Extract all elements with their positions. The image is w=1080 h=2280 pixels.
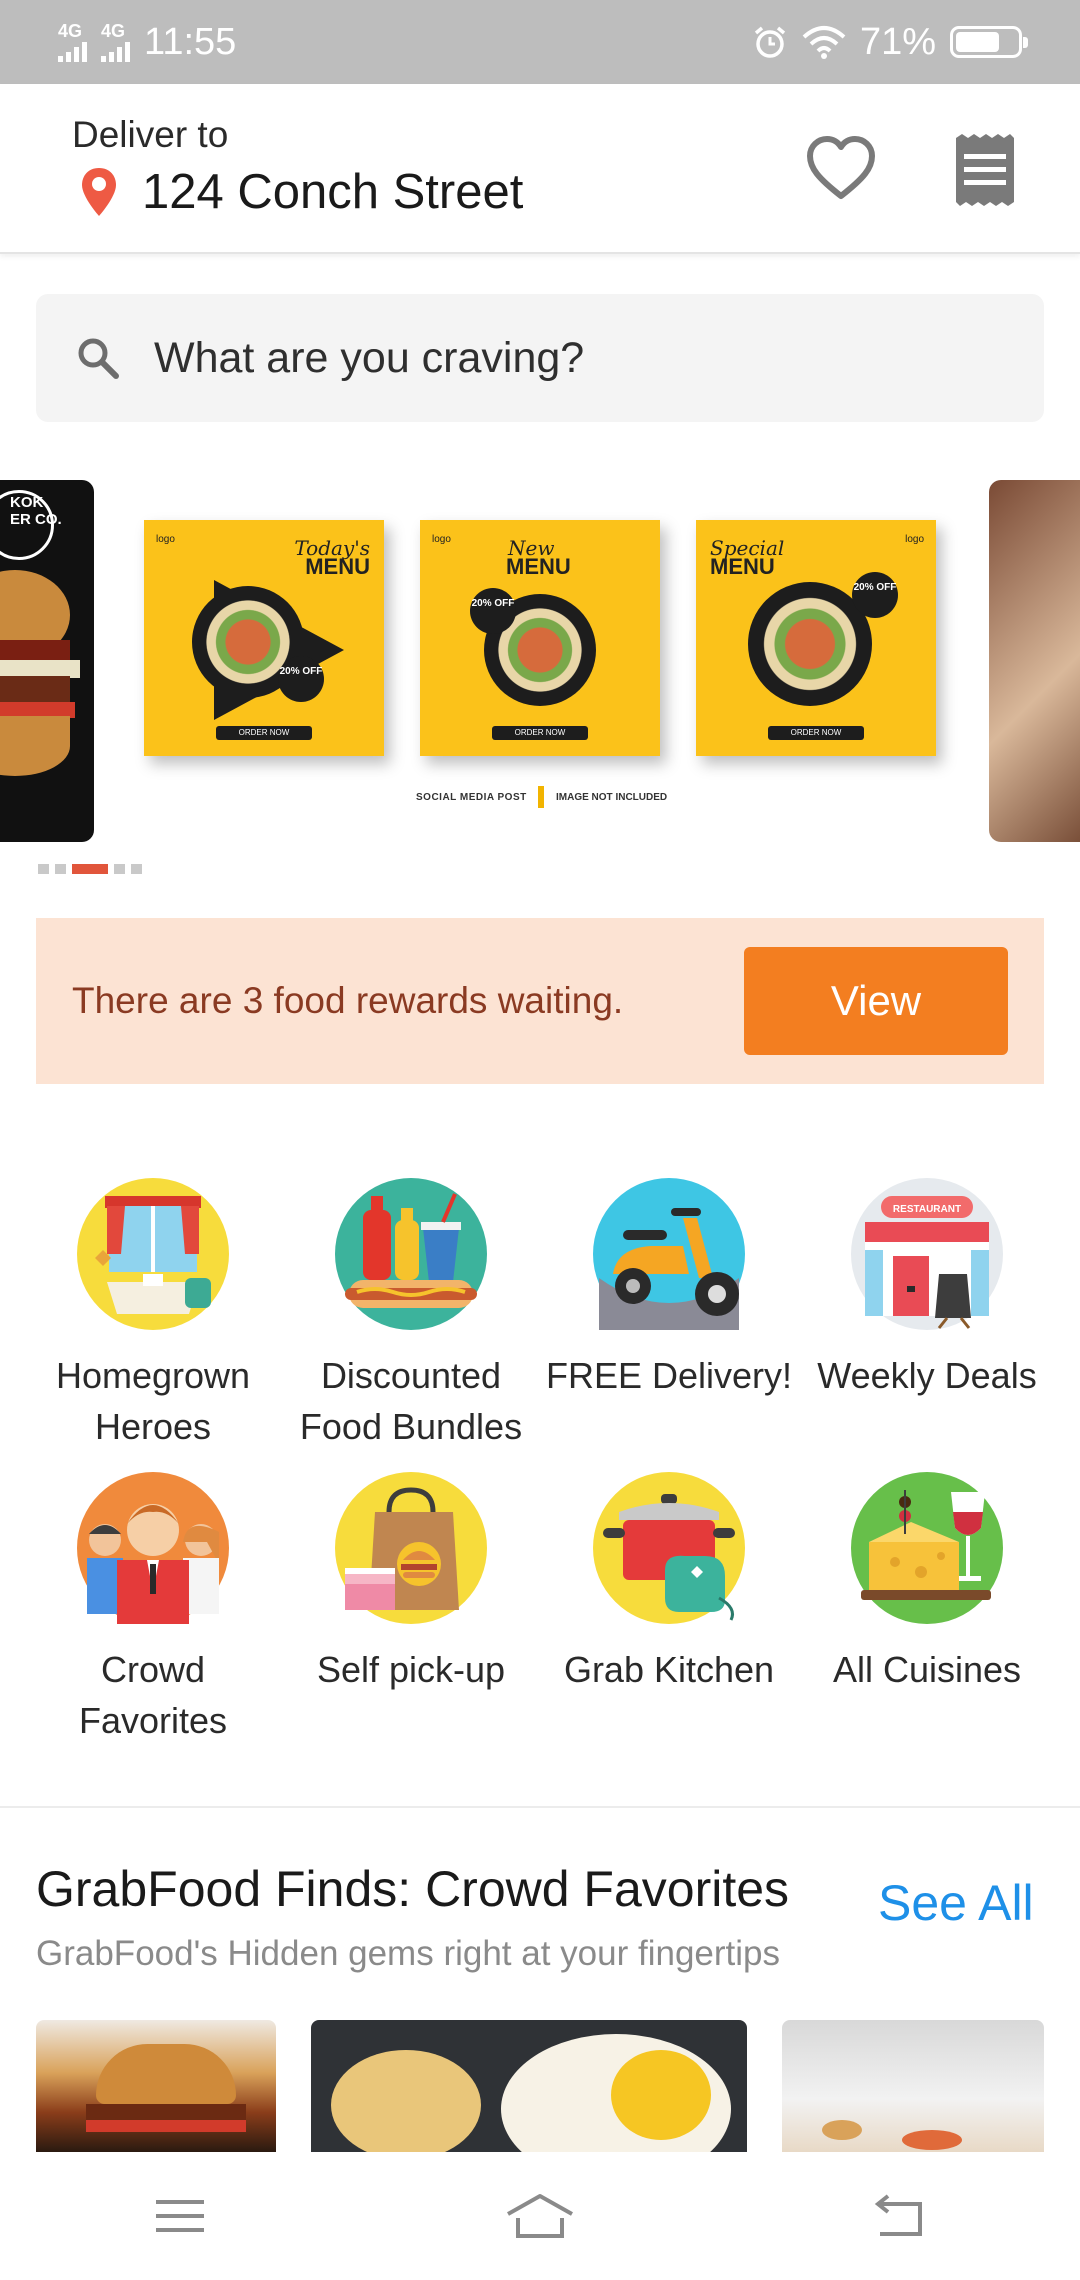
menu-button[interactable] xyxy=(140,2186,220,2246)
promo-carousel[interactable]: KOK ER CO. logo Today's MENU 20% OFF ORD… xyxy=(0,480,1080,842)
burger-banner[interactable]: KOK ER CO. xyxy=(0,480,94,842)
location-header: Deliver to 124 Conch Street xyxy=(0,84,1080,254)
heart-icon[interactable] xyxy=(806,134,876,204)
category-label: Discounted Food Bundles xyxy=(299,1355,523,1447)
category-grab-kitchen[interactable]: Grab Kitchen xyxy=(540,1472,798,1746)
category-food-bundles[interactable]: Discounted Food Bundles xyxy=(282,1178,540,1452)
net-type-2: 4G xyxy=(101,21,126,41)
banner-brand-text: KOK ER CO. xyxy=(10,494,62,528)
restaurant-icon: RESTAURANT xyxy=(851,1178,1003,1330)
home-button[interactable] xyxy=(500,2186,580,2246)
status-right: 71% xyxy=(752,20,1028,64)
category-all-cuisines[interactable]: All Cuisines xyxy=(798,1472,1056,1746)
discount-badge: 20% OFF xyxy=(470,588,516,634)
section-title: GrabFood Finds: Crowd Favorites xyxy=(36,1861,790,1917)
view-rewards-button[interactable]: View xyxy=(744,947,1008,1055)
battery-percent: 71% xyxy=(859,20,936,63)
category-label: Homegrown Heroes xyxy=(55,1355,251,1447)
category-self-pickup[interactable]: Self pick-up xyxy=(282,1472,540,1746)
svg-text:RESTAURANT: RESTAURANT xyxy=(893,1204,961,1215)
net-type-1: 4G xyxy=(58,21,83,41)
order-now-tag: ORDER NOW xyxy=(216,726,312,740)
battery-icon xyxy=(950,26,1028,58)
order-now-tag: ORDER NOW xyxy=(492,726,588,740)
back-icon xyxy=(874,2194,922,2236)
restaurant-card[interactable] xyxy=(311,2020,747,2152)
banner-caption-left: SOCIAL MEDIA POST xyxy=(416,792,527,803)
rewards-banner: There are 3 food rewards waiting. View xyxy=(36,918,1044,1084)
restaurant-card-row[interactable] xyxy=(0,2020,1080,2152)
category-label: Crowd Favorites xyxy=(78,1649,228,1741)
status-left: 4G 4G 11:55 xyxy=(58,21,236,64)
search-placeholder: What are you craving? xyxy=(154,333,585,382)
status-bar: 4G 4G 11:55 71% xyxy=(0,0,1080,84)
delivery-address: 124 Conch Street xyxy=(142,165,524,219)
see-all-link[interactable]: See All xyxy=(878,1874,1034,1932)
menu-card: logo Today's MENU 20% OFF ORDER NOW xyxy=(144,520,384,756)
deliver-to-label: Deliver to xyxy=(72,114,229,155)
system-nav-bar xyxy=(0,2152,1080,2280)
cooking-pot-icon xyxy=(593,1472,745,1624)
banner-caption-right: IMAGE NOT INCLUDED xyxy=(556,792,668,803)
signal-bars-icon xyxy=(101,40,130,62)
signal-bars-icon xyxy=(58,40,87,62)
homegrown-heroes-icon xyxy=(77,1178,229,1330)
card-logo: logo xyxy=(432,534,451,545)
restaurant-card[interactable] xyxy=(36,2020,276,2152)
card-line2: MENU xyxy=(305,554,370,579)
wifi-icon xyxy=(802,26,846,59)
signal-1: 4G xyxy=(58,22,87,62)
category-label: Self pick-up xyxy=(316,1649,506,1690)
carousel-indicator xyxy=(38,864,142,874)
receipt-icon[interactable] xyxy=(950,134,1020,206)
card-line2: MENU xyxy=(710,554,775,579)
category-label: All Cuisines xyxy=(832,1649,1022,1690)
card-line2: MENU xyxy=(506,554,571,579)
scooter-icon xyxy=(593,1178,745,1330)
carousel-dot xyxy=(114,864,125,874)
carousel-dot xyxy=(72,864,108,874)
card-logo: logo xyxy=(156,534,175,545)
card-logo: logo xyxy=(905,534,924,545)
food-bundles-icon xyxy=(335,1178,487,1330)
order-now-tag: ORDER NOW xyxy=(768,726,864,740)
carousel-dot xyxy=(55,864,66,874)
section-divider xyxy=(0,1806,1080,1808)
category-homegrown-heroes[interactable]: Homegrown Heroes xyxy=(24,1178,282,1452)
search-bar[interactable]: What are you craving? xyxy=(36,294,1044,422)
category-free-delivery[interactable]: FREE Delivery! xyxy=(540,1178,798,1452)
category-label: Grab Kitchen xyxy=(563,1649,775,1690)
category-label: FREE Delivery! xyxy=(545,1355,793,1396)
pickup-bag-icon xyxy=(335,1472,487,1624)
discount-badge: 20% OFF xyxy=(278,656,324,702)
category-weekly-deals[interactable]: RESTAURANT Weekly Deals xyxy=(798,1178,1056,1452)
search-icon xyxy=(78,338,119,379)
home-icon xyxy=(507,2194,573,2238)
menu-banner[interactable]: logo Today's MENU 20% OFF ORDER NOW logo… xyxy=(126,480,954,842)
crowd-icon xyxy=(77,1472,229,1624)
restaurant-banner[interactable] xyxy=(989,480,1080,842)
location-pin-icon xyxy=(82,168,116,216)
restaurant-card[interactable] xyxy=(782,2020,1044,2152)
menu-card: logo Special MENU 20% OFF ORDER NOW xyxy=(696,520,936,756)
carousel-dot xyxy=(131,864,142,874)
rewards-message: There are 3 food rewards waiting. xyxy=(72,980,624,1021)
caption-divider xyxy=(538,786,544,808)
cheese-wine-icon xyxy=(851,1472,1003,1624)
signal-2: 4G xyxy=(101,22,130,62)
category-crowd-favorites[interactable]: Crowd Favorites xyxy=(24,1472,282,1746)
menu-icon xyxy=(156,2200,204,2232)
address-selector[interactable]: 124 Conch Street xyxy=(80,164,523,220)
discount-badge: 20% OFF xyxy=(852,572,898,618)
back-button[interactable] xyxy=(860,2186,940,2246)
battery-fill xyxy=(956,32,999,52)
category-label: Weekly Deals xyxy=(817,1355,1037,1396)
alarm-icon xyxy=(754,26,786,58)
section-subtitle: GrabFood's Hidden gems right at your fin… xyxy=(36,1934,780,1973)
clock: 11:55 xyxy=(144,20,237,63)
carousel-dot xyxy=(38,864,49,874)
menu-card: logo New MENU 20% OFF ORDER NOW xyxy=(420,520,660,756)
category-grid: Homegrown Heroes Discounted Food Bundles xyxy=(24,1178,1056,1746)
